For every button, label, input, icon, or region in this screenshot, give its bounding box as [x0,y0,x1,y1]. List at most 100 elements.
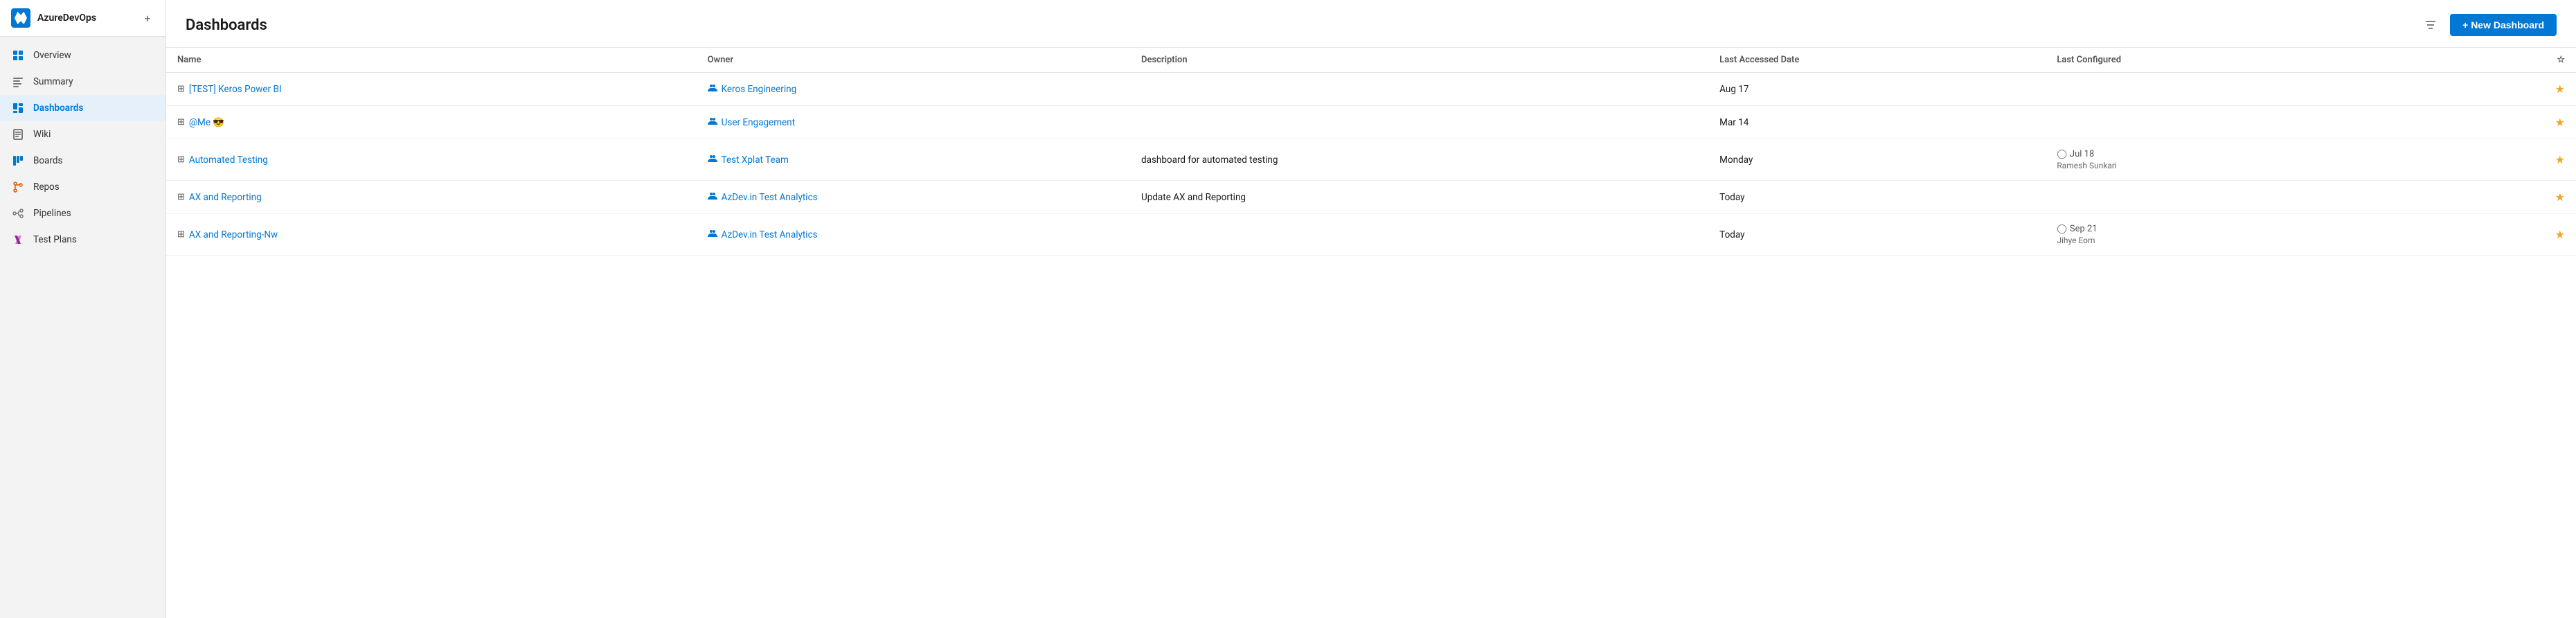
org-name: AzureDevOps [37,12,134,24]
sidebar-item-overview[interactable]: Overview [0,42,166,69]
col-header-last-configured: Last Configured [2046,48,2431,73]
filter-button[interactable] [2420,14,2442,36]
config-date: ◯ Jul 18 [2057,149,2420,159]
config-user: Ramesh Sunkari [2057,161,2420,170]
dashboard-name-link[interactable]: ⊞ [TEST] Keros Power BI [177,84,686,95]
org-logo [11,8,30,28]
cell-last-configured [2046,181,2431,214]
header-actions: + New Dashboard [2420,14,2557,36]
cell-owner: Test Xplat Team [697,139,1130,181]
cell-last-configured: ◯ Jul 18 Ramesh Sunkari [2046,139,2431,181]
owner-link[interactable]: Keros Engineering [708,83,1119,96]
dashboards-icon [11,101,25,115]
star-icon[interactable]: ★ [2555,228,2565,241]
star-icon[interactable]: ★ [2555,191,2565,204]
config-user: Jihye Eom [2057,236,2420,245]
new-dashboard-button[interactable]: + New Dashboard [2450,14,2557,36]
cell-owner: AzDev.in Test Analytics [697,181,1130,214]
table-row: ⊞ [TEST] Keros Power BI Keros Engineerin… [166,73,2576,106]
repos-icon [11,180,25,194]
col-header-name: Name [166,48,697,73]
cell-star: ★ [2431,106,2576,139]
cell-last-accessed: Today [1708,181,2046,214]
col-header-star: ☆ [2431,48,2576,73]
cell-last-accessed: Mar 14 [1708,106,2046,139]
overview-icon [11,48,25,62]
testplans-label: Test Plans [33,234,77,245]
testplans-icon [11,233,25,247]
overview-label: Overview [33,50,71,61]
owner-group-icon [708,116,717,129]
dashboard-grid-icon: ⊞ [177,117,185,127]
cell-description: Update AX and Reporting [1130,181,1708,214]
sidebar-item-dashboards[interactable]: Dashboards [0,95,166,121]
sidebar-item-pipelines[interactable]: Pipelines [0,200,166,227]
cell-owner: User Engagement [697,106,1130,139]
add-project-button[interactable]: + [141,11,154,25]
boards-label: Boards [33,155,62,166]
sidebar-item-wiki[interactable]: Wiki [0,121,166,148]
sidebar-item-testplans[interactable]: Test Plans [0,227,166,253]
cell-name: ⊞ @Me 😎 [166,106,697,139]
cell-star: ★ [2431,181,2576,214]
dashboard-name-link[interactable]: ⊞ Automated Testing [177,154,686,166]
owner-link[interactable]: AzDev.in Test Analytics [708,229,1119,241]
config-date: ◯ Sep 21 [2057,224,2420,234]
owner-group-icon [708,83,717,96]
cell-name: ⊞ AX and Reporting [166,181,697,214]
col-header-owner: Owner [697,48,1130,73]
cell-star: ★ [2431,214,2576,256]
page-header: Dashboards + New Dashboard [166,0,2576,48]
dashboards-table: Name Owner Description Last Accessed Dat… [166,48,2576,256]
pipelines-label: Pipelines [33,208,71,219]
boards-icon [11,154,25,168]
cell-last-accessed: Aug 17 [1708,73,2046,106]
dashboard-name-link[interactable]: ⊞ @Me 😎 [177,117,686,128]
sidebar-nav: Overview Summary [0,37,166,258]
dashboards-table-container: Name Owner Description Last Accessed Dat… [166,48,2576,618]
owner-group-icon [708,229,717,241]
cell-name: ⊞ [TEST] Keros Power BI [166,73,697,106]
wiki-icon [11,127,25,141]
star-icon[interactable]: ★ [2555,116,2565,129]
dashboards-label: Dashboards [33,103,83,114]
table-row: ⊞ AX and Reporting AzDev.in Test Analyti… [166,181,2576,214]
owner-link[interactable]: AzDev.in Test Analytics [708,191,1119,204]
dashboard-name-link[interactable]: ⊞ AX and Reporting-Nw [177,229,686,240]
table-row: ⊞ AX and Reporting-Nw AzDev.in Test Anal… [166,214,2576,256]
sidebar-item-repos[interactable]: Repos [0,174,166,200]
config-date-text: Jul 18 [2070,149,2094,159]
sidebar: AzureDevOps + Overview [0,0,166,618]
table-row: ⊞ @Me 😎 User Engagement Mar 14 ★ [166,106,2576,139]
star-icon[interactable]: ★ [2555,153,2565,166]
cell-last-configured [2046,73,2431,106]
col-header-last-accessed: Last Accessed Date [1708,48,2046,73]
cell-description [1130,73,1708,106]
owner-group-icon [708,191,717,204]
clock-icon: ◯ [2057,149,2067,159]
clock-icon: ◯ [2057,224,2067,234]
cell-description: dashboard for automated testing [1130,139,1708,181]
dashboard-name-link[interactable]: ⊞ AX and Reporting [177,192,686,203]
wiki-label: Wiki [33,129,51,140]
page-title: Dashboards [186,17,267,34]
config-date-text: Sep 21 [2070,224,2098,234]
cell-owner: AzDev.in Test Analytics [697,214,1130,256]
cell-last-accessed: Monday [1708,139,2046,181]
cell-name: ⊞ AX and Reporting-Nw [166,214,697,256]
main-content: Dashboards + New Dashboard Name Owner De… [166,0,2576,618]
col-header-description: Description [1130,48,1708,73]
cell-last-configured: ◯ Sep 21 Jihye Eom [2046,214,2431,256]
sidebar-item-summary[interactable]: Summary [0,69,166,95]
repos-label: Repos [33,182,60,193]
cell-star: ★ [2431,73,2576,106]
table-row: ⊞ Automated Testing Test Xplat Team dashb… [166,139,2576,181]
owner-link[interactable]: User Engagement [708,116,1119,129]
cell-last-configured [2046,106,2431,139]
sidebar-item-boards[interactable]: Boards [0,148,166,174]
dashboard-grid-icon: ⊞ [177,192,185,202]
owner-link[interactable]: Test Xplat Team [708,154,1119,166]
cell-last-accessed: Today [1708,214,2046,256]
sidebar-header: AzureDevOps + [0,0,166,37]
star-icon[interactable]: ★ [2555,82,2565,96]
